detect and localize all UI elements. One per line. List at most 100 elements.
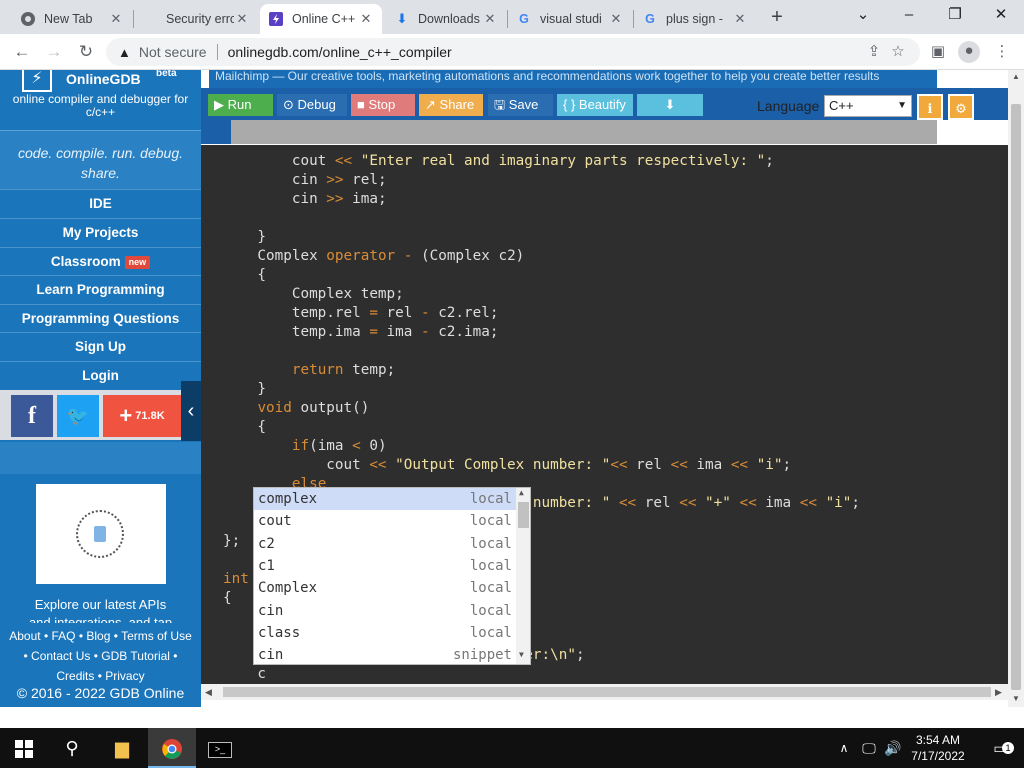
tab-search-chevron-icon[interactable]: ⌄ [840, 0, 886, 32]
scroll-thumb[interactable] [223, 687, 991, 697]
save-button[interactable]: 🖫 Save [488, 94, 553, 116]
language-select[interactable]: C++ ▼ [824, 95, 912, 117]
tab-security-error[interactable]: Security error ✕ [134, 4, 258, 34]
network-icon[interactable]: 🖵 [858, 728, 880, 768]
scroll-down-arrow-icon[interactable]: ▼ [519, 650, 524, 659]
warning-triangle-icon[interactable]: ▲ [118, 45, 131, 60]
footer-link-tutorial[interactable]: GDB Tutorial [101, 649, 170, 663]
scroll-up-arrow-icon[interactable]: ▲ [1012, 72, 1020, 81]
code-line[interactable]: { [223, 589, 232, 608]
code-line[interactable]: c [223, 665, 266, 684]
forward-arrow-icon[interactable]: → [42, 40, 66, 64]
run-button[interactable]: ▶ Run [208, 94, 273, 116]
close-icon[interactable]: ✕ [358, 11, 374, 27]
scroll-down-arrow-icon[interactable]: ▼ [1012, 694, 1020, 703]
bookmark-star-icon[interactable]: ☆ [888, 42, 908, 62]
page-vertical-scrollbar[interactable]: ▲ ▼ [1008, 70, 1024, 707]
minimize-icon[interactable]: – [886, 0, 932, 32]
new-tab-plus-icon[interactable]: + [764, 5, 790, 31]
tab-visual-studio[interactable]: G visual studi ✕ [508, 4, 632, 34]
close-icon[interactable]: ✕ [234, 11, 250, 27]
close-icon[interactable]: ✕ [608, 11, 624, 27]
tab-online-cpp[interactable]: Online C++ - ✕ [260, 4, 382, 34]
window-close-icon[interactable]: ✕ [978, 0, 1024, 32]
tab-downloads[interactable]: ⬇ Downloads ✕ [386, 4, 506, 34]
footer-link-credits[interactable]: Credits [56, 669, 94, 683]
tab-plus-sign[interactable]: G plus sign - ✕ [634, 4, 756, 34]
side-panel-icon[interactable]: ▣ [928, 42, 948, 62]
chrome-taskbar-icon[interactable] [148, 728, 196, 768]
footer-link-contact[interactable]: Contact Us [31, 649, 90, 663]
address-bar[interactable]: ▲ Not secure onlinegdb.com/online_c++_co… [106, 38, 920, 66]
explore-apis-text[interactable]: Explore our latest APIs [0, 596, 201, 614]
footer-link-faq[interactable]: FAQ [51, 629, 75, 643]
close-icon[interactable]: ✕ [482, 11, 498, 27]
close-icon[interactable]: ✕ [732, 11, 748, 27]
sidebar-item-login[interactable]: Login [0, 361, 201, 389]
debug-button[interactable]: ⊙ Debug [277, 94, 347, 116]
terminal-icon[interactable]: >_ [196, 728, 244, 768]
sidebar-item-sign-up[interactable]: Sign Up [0, 332, 201, 360]
code-line[interactable]: return temp; [223, 361, 395, 380]
url-text[interactable]: onlinegdb.com/online_c++_compiler [228, 44, 452, 60]
editor-horizontal-scrollbar[interactable]: ◀ ▶ [201, 684, 1008, 700]
close-icon[interactable]: ✕ [108, 11, 124, 27]
reload-icon[interactable]: ↻ [74, 40, 98, 64]
code-line[interactable]: { [223, 418, 266, 437]
code-line[interactable]: void output() [223, 399, 369, 418]
twitter-icon[interactable]: 🐦 [57, 395, 99, 437]
profile-avatar-icon[interactable]: ● [958, 41, 980, 63]
share-button[interactable]: ↗ Share [419, 94, 483, 116]
autocomplete-item[interactable]: class local [254, 622, 516, 644]
share-page-icon[interactable]: ⇪ [864, 42, 884, 62]
ad-banner[interactable]: Mailchimp — Our creative tools, marketin… [209, 70, 937, 88]
autocomplete-item[interactable]: c1 local [254, 555, 516, 577]
scroll-left-arrow-icon[interactable]: ◀ [205, 684, 212, 700]
scroll-thumb[interactable] [1011, 104, 1021, 690]
code-line[interactable]: temp.ima = ima - c2.ima; [223, 323, 499, 342]
download-button[interactable]: ⬇ [637, 94, 703, 116]
sidebar-item-programming-questions[interactable]: Programming Questions [0, 304, 201, 332]
file-explorer-icon[interactable]: ▆ [98, 728, 146, 768]
collapse-sidebar-chevron-left-icon[interactable]: ‹ [181, 381, 201, 441]
code-line[interactable]: Complex temp; [223, 285, 404, 304]
footer-link-blog[interactable]: Blog [86, 629, 110, 643]
sidebar-item-learn-programming[interactable]: Learn Programming [0, 275, 201, 303]
explore-apis-text-2[interactable]: and integrations, and tap [0, 614, 201, 623]
notifications-icon[interactable]: ▭ 1 [982, 728, 1018, 768]
autocomplete-item[interactable]: c2 local [254, 533, 516, 555]
ad-image[interactable] [36, 484, 166, 584]
code-line[interactable]: temp.rel = rel - c2.rel; [223, 304, 499, 323]
autocomplete-scrollbar[interactable]: ▲ ▼ [516, 488, 530, 664]
code-line[interactable]: if(ima < 0) [223, 437, 387, 456]
code-line[interactable]: } [223, 380, 266, 399]
sidebar-item-ide[interactable]: IDE [0, 189, 201, 217]
beautify-button[interactable]: { } Beautify [557, 94, 633, 116]
sidebar-item-classroom[interactable]: Classroom new [0, 247, 201, 275]
autocomplete-item[interactable]: Complex local [254, 577, 516, 599]
gear-icon[interactable]: ⚙ [948, 94, 974, 120]
scroll-right-arrow-icon[interactable]: ▶ [995, 684, 1002, 700]
share-count-button[interactable]: + 71.8K [103, 395, 181, 437]
windows-start-icon[interactable] [0, 728, 48, 768]
autocomplete-item[interactable]: cin local [254, 600, 516, 622]
code-line[interactable]: cout << "Output Complex number: "<< rel … [223, 456, 791, 475]
info-icon[interactable]: ℹ [917, 94, 943, 120]
footer-link-about[interactable]: About [9, 629, 40, 643]
show-hidden-icons-chevron-icon[interactable]: ∧ [834, 728, 854, 768]
code-line[interactable]: { [223, 266, 266, 285]
autocomplete-item[interactable]: cout local [254, 510, 516, 532]
restore-icon[interactable]: ❐ [932, 0, 978, 32]
code-line[interactable]: cout << "Enter real and imaginary parts … [223, 152, 774, 171]
system-clock[interactable]: 3:54 AM 7/17/2022 [903, 732, 973, 764]
security-label[interactable]: Not secure [139, 44, 207, 60]
code-line[interactable]: }; [223, 532, 240, 551]
scroll-up-arrow-icon[interactable]: ▲ [519, 488, 524, 497]
facebook-icon[interactable]: f [11, 395, 53, 437]
code-line[interactable]: cin >> rel; [223, 171, 387, 190]
more-menu-icon[interactable]: ⋮ [992, 42, 1012, 62]
code-line[interactable]: } [223, 228, 266, 247]
footer-link-privacy[interactable]: Privacy [105, 669, 144, 683]
stop-button[interactable]: ■ Stop [351, 94, 415, 116]
footer-link-terms[interactable]: Terms of Use [121, 629, 192, 643]
